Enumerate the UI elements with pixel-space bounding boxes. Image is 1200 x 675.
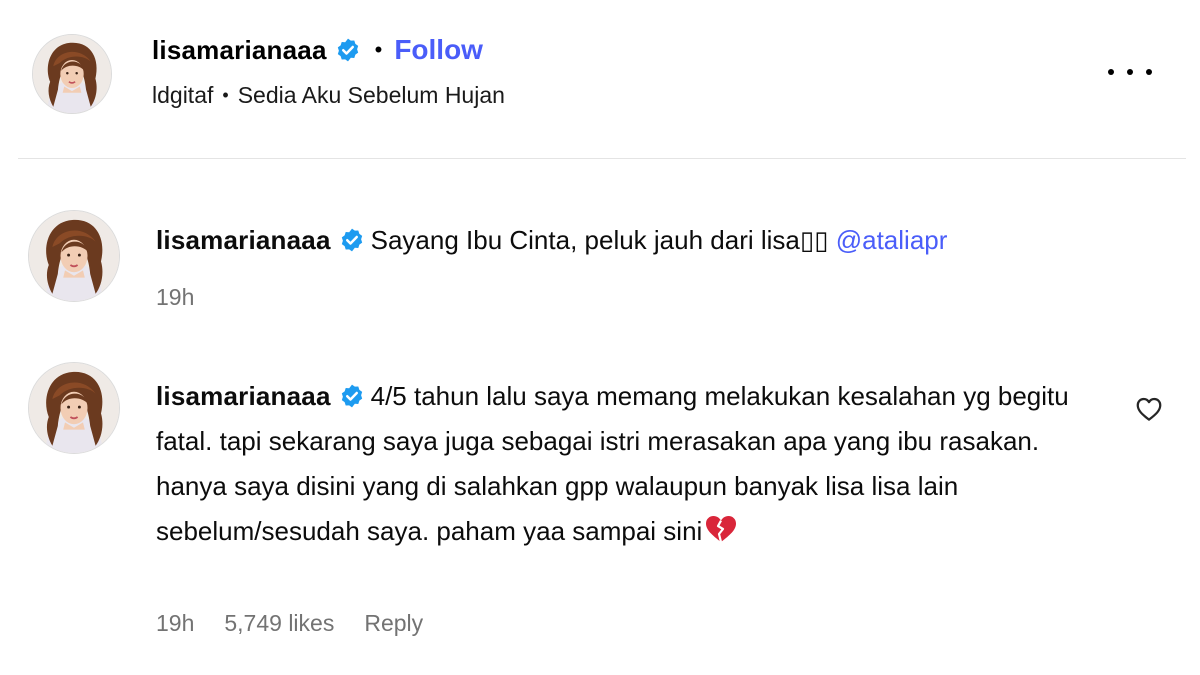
- username[interactable]: lisamarianaaa: [156, 381, 331, 411]
- broken-heart-icon: [704, 514, 738, 544]
- mention-link[interactable]: @ataliapr: [836, 225, 948, 255]
- comment-message: Sayang Ibu Cinta, peluk jauh dari lisa▯▯: [370, 225, 829, 255]
- divider: [18, 158, 1186, 159]
- dot: [1127, 69, 1133, 75]
- username[interactable]: lisamarianaaa: [152, 35, 327, 66]
- dot: [1146, 69, 1152, 75]
- timestamp[interactable]: 19h: [156, 284, 194, 311]
- verified-badge-icon: [339, 383, 365, 409]
- separator: •: [222, 85, 229, 105]
- comment: lisamarianaaa Sayang Ibu Cinta, peluk jau…: [0, 206, 1200, 326]
- comment: lisamarianaaa 4/5 tahun lalu saya memang …: [0, 362, 1200, 652]
- avatar[interactable]: [32, 34, 112, 114]
- verified-badge-icon: [335, 37, 361, 63]
- separator: •: [374, 37, 383, 62]
- header-user-row: lisamarianaaa • Follow: [152, 28, 483, 72]
- username[interactable]: lisamarianaaa: [156, 225, 331, 255]
- comment-text: lisamarianaaa 4/5 tahun lalu saya memang …: [156, 374, 1096, 554]
- reply-button[interactable]: Reply: [364, 610, 423, 637]
- like-count[interactable]: 5,749 likes: [224, 610, 334, 637]
- audio-info[interactable]: ldgitaf • Sedia Aku Sebelum Hujan: [152, 82, 505, 109]
- dot: [1108, 69, 1114, 75]
- follow-button[interactable]: Follow: [394, 34, 483, 66]
- avatar[interactable]: [28, 362, 120, 454]
- timestamp[interactable]: 19h: [156, 610, 194, 637]
- avatar[interactable]: [28, 210, 120, 302]
- audio-title: Sedia Aku Sebelum Hujan: [237, 82, 505, 108]
- audio-artist: ldgitaf: [152, 82, 214, 108]
- comment-meta: 19h 5,749 likes Reply: [156, 610, 453, 637]
- comment-text: lisamarianaaa Sayang Ibu Cinta, peluk jau…: [156, 218, 1096, 263]
- post-header: lisamarianaaa • Follow ldgitaf • Sedia A…: [0, 0, 1200, 158]
- heart-outline-icon[interactable]: [1134, 394, 1164, 424]
- comment-meta: 19h: [156, 284, 224, 311]
- verified-badge-icon: [339, 227, 365, 253]
- more-options-icon[interactable]: [1108, 58, 1152, 86]
